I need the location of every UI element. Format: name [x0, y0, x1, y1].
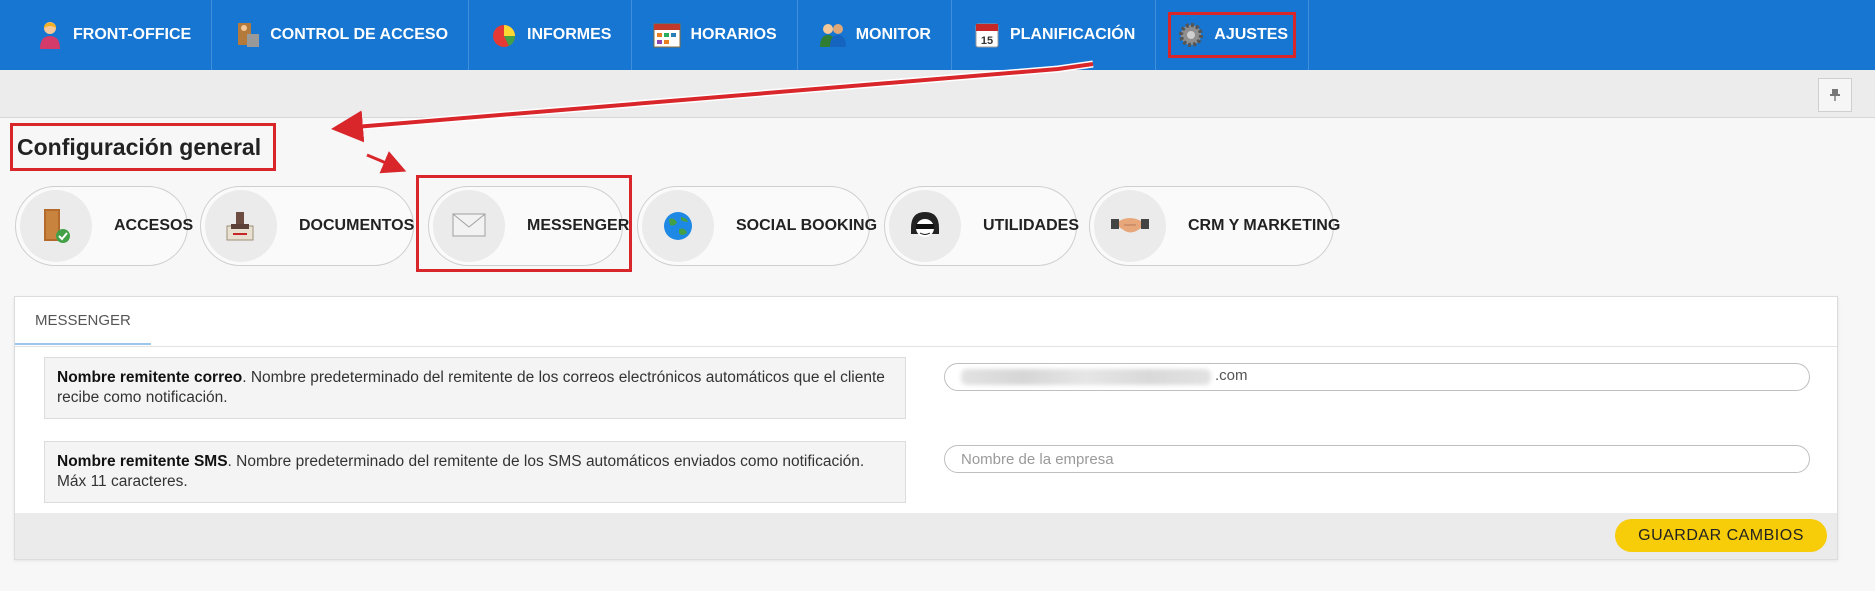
category-label: UTILIDADES — [983, 217, 1079, 234]
redacted-email — [961, 369, 1211, 385]
pie-chart-icon — [493, 25, 516, 47]
category-icon-wrap — [642, 190, 714, 262]
document-stamp-icon — [226, 212, 254, 241]
category-icon-wrap — [205, 190, 277, 262]
access-control-icon — [238, 23, 260, 47]
globe-icon — [664, 212, 692, 240]
calendar-15-icon: 15 — [975, 23, 999, 48]
nav-label: INFORMES — [527, 26, 612, 43]
email-sender-title: Nombre remitente correo — [57, 369, 243, 386]
top-nav: FRONT-OFFICE CONTROL DE ACCESO INFORMES … — [0, 0, 1875, 71]
category-label: CRM Y MARKETING — [1188, 217, 1341, 234]
nav-label: CONTROL DE ACCESO — [270, 26, 449, 43]
email-domain-suffix: .com — [1215, 367, 1248, 384]
receptionist-icon — [40, 22, 60, 49]
sms-sender-description: Nombre remitente SMS. Nombre predetermin… — [44, 441, 906, 503]
sub-toolbar — [0, 70, 1875, 118]
calendar-grid-icon — [653, 23, 681, 48]
page-title: Configuración general — [17, 133, 262, 160]
category-documentos[interactable]: DOCUMENTOS — [200, 186, 414, 266]
svg-text:15: 15 — [981, 35, 993, 47]
people-icon — [819, 24, 846, 47]
nav-label: FRONT-OFFICE — [73, 26, 192, 43]
category-social-booking[interactable]: SOCIAL BOOKING — [637, 186, 877, 266]
sms-sender-title: Nombre remitente SMS — [57, 453, 228, 470]
nav-item-horarios[interactable]: HORARIOS — [632, 0, 798, 70]
category-label: SOCIAL BOOKING — [736, 217, 878, 234]
messenger-panel: MESSENGER Nombre remitente correo. Nombr… — [14, 296, 1838, 560]
sms-sender-field[interactable] — [944, 445, 1810, 473]
category-accesos[interactable]: ACCESOS — [15, 186, 193, 266]
pin-button[interactable] — [1818, 78, 1852, 112]
pin-icon — [1830, 89, 1840, 101]
email-sender-description: Nombre remitente correo. Nombre predeter… — [44, 357, 906, 419]
nav-item-informes[interactable]: INFORMES — [469, 0, 633, 70]
nav-label: HORARIOS — [690, 26, 777, 43]
nav-label: PLANIFICACIÓN — [1009, 26, 1136, 43]
nav-item-planificacion[interactable]: 15 PLANIFICACIÓN — [952, 0, 1157, 70]
nav-item-ajustes[interactable]: AJUSTES — [1156, 0, 1310, 70]
save-changes-button[interactable]: GUARDAR CAMBIOS — [1615, 519, 1827, 552]
nav-item-monitor[interactable]: MONITOR — [798, 0, 952, 70]
nav-label: MONITOR — [855, 26, 931, 43]
category-icon-wrap — [20, 190, 92, 262]
page-title-highlight: Configuración general — [10, 123, 276, 171]
tab-messenger[interactable]: MESSENGER — [15, 297, 151, 345]
highlight-box — [1168, 12, 1297, 58]
category-utilidades[interactable]: UTILIDADES — [884, 186, 1079, 266]
panel-tab-bar: MESSENGER — [15, 297, 1837, 347]
messenger-highlight-box — [416, 175, 632, 272]
category-label: ACCESOS — [114, 217, 194, 234]
handshake-icon — [1111, 218, 1149, 233]
category-crm-marketing[interactable]: CRM Y MARKETING — [1089, 186, 1340, 266]
nav-item-control-acceso[interactable]: CONTROL DE ACCESO — [212, 0, 470, 70]
panel-footer: GUARDAR CAMBIOS — [15, 513, 1837, 559]
category-label: DOCUMENTOS — [299, 217, 415, 234]
helmet-icon — [911, 212, 939, 237]
category-icon-wrap — [889, 190, 961, 262]
category-icon-wrap — [1094, 190, 1166, 262]
door-icon — [44, 209, 70, 243]
nav-item-front-office[interactable]: FRONT-OFFICE — [0, 0, 213, 70]
